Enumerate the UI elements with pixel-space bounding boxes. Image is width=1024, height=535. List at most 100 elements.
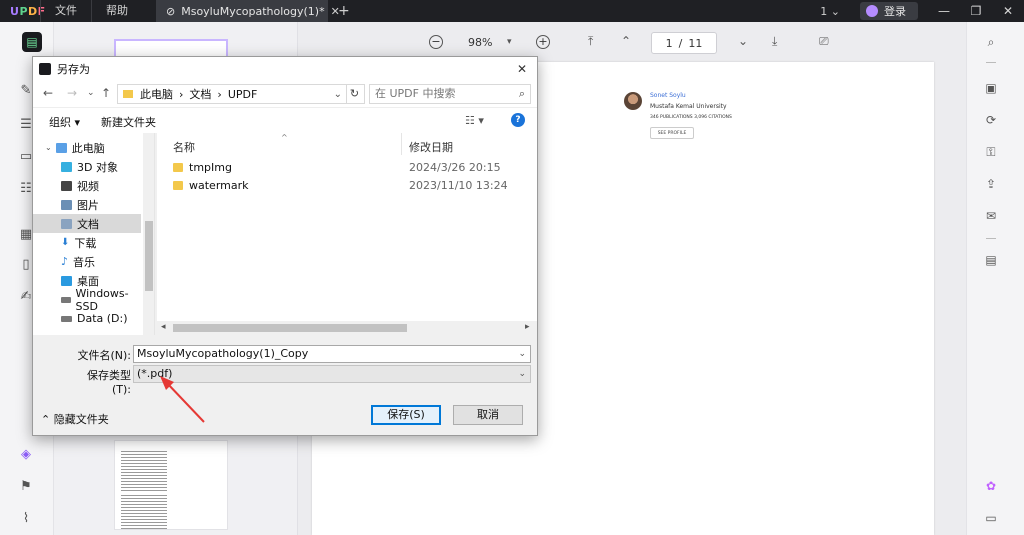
close-window-button[interactable]: ✕: [992, 4, 1024, 18]
tree-item-data-d[interactable]: Data (D:): [33, 309, 141, 328]
chevron-down-icon[interactable]: ⌄: [45, 143, 52, 152]
ai-assistant-icon[interactable]: ✿: [983, 478, 999, 494]
updf-app-icon: [39, 63, 51, 75]
tree-item-videos[interactable]: 视频: [33, 176, 141, 195]
filetype-select[interactable]: (*.pdf) ⌄: [133, 365, 531, 383]
restore-button[interactable]: ❐: [960, 4, 992, 18]
page-navigator[interactable]: 1 / 11: [651, 32, 717, 54]
zoom-value[interactable]: 98%: [468, 36, 492, 49]
tree-item-pictures[interactable]: 图片: [33, 195, 141, 214]
avatar: [866, 5, 878, 17]
next-page-icon[interactable]: ⌄: [738, 34, 748, 48]
author-name[interactable]: Sonet Soylu: [650, 92, 686, 99]
filename-input[interactable]: MsoyluMycopathology(1)_Copy ⌄: [133, 345, 531, 363]
see-profile-button[interactable]: SEE PROFILE: [650, 127, 694, 139]
breadcrumb-separator[interactable]: ›: [176, 88, 186, 101]
page-total: 11: [688, 36, 703, 50]
page-current[interactable]: 1: [666, 37, 673, 50]
drive-icon: [61, 296, 71, 303]
last-page-icon[interactable]: ⤓: [772, 34, 777, 49]
convert-icon[interactable]: ⟳: [983, 112, 999, 128]
forward-icon[interactable]: →: [67, 86, 77, 100]
tree-item-this-pc[interactable]: ⌄ 此电脑: [33, 138, 141, 157]
tree-label: 下载: [74, 236, 97, 250]
picture-icon: [61, 199, 72, 210]
scroll-left-icon[interactable]: ◂: [161, 322, 166, 332]
horizontal-scrollbar-thumb[interactable]: [173, 324, 407, 332]
address-bar[interactable]: 此电脑 › 文档 › UPDF ⌄: [117, 84, 347, 104]
tree-item-3d-objects[interactable]: 3D 对象: [33, 157, 141, 176]
tree-label: 视频: [77, 179, 99, 193]
computer-icon: [55, 142, 67, 153]
horizontal-scrollbar[interactable]: ◂ ▸: [157, 321, 537, 335]
reader-mode-icon[interactable]: ▤: [22, 32, 42, 52]
tree-item-windows-ssd[interactable]: Windows-SSD: [33, 287, 141, 313]
ocr-icon[interactable]: ▣: [983, 80, 999, 96]
folder-icon: [173, 181, 183, 190]
zoom-out-button[interactable]: −: [429, 35, 443, 49]
column-divider[interactable]: [401, 133, 402, 155]
minimize-button[interactable]: —: [928, 4, 960, 18]
tree-scrollbar[interactable]: [143, 133, 154, 335]
column-header-name[interactable]: 名称: [173, 139, 195, 155]
breadcrumb-documents[interactable]: 文档: [186, 86, 214, 102]
page-thumbnail-2[interactable]: [114, 440, 228, 530]
bookmark-icon[interactable]: ⚑: [16, 476, 36, 496]
login-button[interactable]: 登录: [860, 2, 918, 20]
zoom-dropdown-icon[interactable]: ▾: [507, 37, 512, 47]
navigation-pane: ⌄ 此电脑 3D 对象 视频 图片 文档 ⬇ 下载 ♪ 音乐 桌面 Window…: [33, 133, 155, 335]
menu-help[interactable]: 帮助: [91, 0, 142, 22]
search-icon[interactable]: ⌕: [983, 34, 999, 50]
video-icon: [61, 180, 72, 191]
new-tab-button[interactable]: +: [328, 3, 360, 19]
breadcrumb-separator[interactable]: ›: [214, 88, 224, 101]
author-university: Mustafa Kemal University: [650, 103, 727, 110]
scroll-right-icon[interactable]: ▸: [525, 322, 530, 332]
protect-file-icon[interactable]: ⚿: [983, 144, 999, 160]
chevron-down-icon[interactable]: ⌄: [518, 346, 526, 362]
save-button[interactable]: 保存(S): [371, 405, 441, 425]
file-row[interactable]: watermark 2023/11/10 13:24: [157, 177, 537, 195]
layers-icon[interactable]: ◈: [16, 444, 36, 464]
tree-scrollbar-thumb[interactable]: [145, 221, 153, 291]
tree-item-music[interactable]: ♪ 音乐: [33, 252, 141, 271]
prev-page-icon[interactable]: ⌃: [621, 34, 631, 48]
search-placeholder: 在 UPDF 中搜索: [375, 87, 456, 100]
view-options-icon[interactable]: ☷ ▾: [465, 114, 484, 127]
refresh-button[interactable]: ↻: [345, 84, 365, 104]
menu-file[interactable]: 文件: [40, 0, 91, 22]
up-folder-icon[interactable]: ↑: [101, 86, 111, 100]
column-header-modified[interactable]: 修改日期: [409, 139, 453, 155]
cancel-button[interactable]: 取消: [453, 405, 523, 425]
email-icon[interactable]: ✉: [983, 208, 999, 224]
tree-item-downloads[interactable]: ⬇ 下载: [33, 233, 141, 252]
chevron-down-icon[interactable]: ⌄: [518, 366, 526, 382]
first-page-icon[interactable]: ⤒: [588, 34, 593, 49]
chevron-up-icon: ⌃: [41, 413, 51, 426]
new-folder-button[interactable]: 新建文件夹: [101, 114, 156, 130]
document-icon: [61, 218, 72, 229]
organize-button[interactable]: 组织 ▾: [49, 114, 80, 130]
presentation-icon[interactable]: ⎚: [819, 34, 829, 49]
breadcrumb-this-pc[interactable]: 此电脑: [137, 86, 176, 102]
breadcrumb-updf[interactable]: UPDF: [225, 88, 260, 101]
window-count-dropdown[interactable]: 1 ⌄: [810, 5, 850, 18]
filename-label: 文件名(N):: [77, 349, 131, 362]
save-file-icon[interactable]: ▤: [983, 252, 999, 268]
help-icon[interactable]: ?: [511, 113, 525, 127]
back-icon[interactable]: ←: [43, 86, 53, 100]
document-tab-title: MsoyluMycopathology(1)*: [181, 4, 325, 18]
share-icon[interactable]: ⇪: [983, 176, 999, 192]
attachment-icon[interactable]: ⌇: [16, 508, 36, 528]
hide-folders-toggle[interactable]: ⌃ 隐藏文件夹: [41, 411, 109, 427]
zoom-in-button[interactable]: +: [536, 35, 550, 49]
save-fields: 文件名(N): MsoyluMycopathology(1)_Copy ⌄ 保存…: [33, 335, 537, 396]
sort-arrow-icon: ^: [281, 133, 288, 142]
chat-icon[interactable]: ▭: [983, 510, 999, 526]
file-row[interactable]: tmpImg 2024/3/26 20:15: [157, 159, 537, 177]
dialog-close-button[interactable]: ✕: [517, 62, 527, 76]
search-input[interactable]: 在 UPDF 中搜索 ⌕: [369, 84, 531, 104]
tree-item-documents[interactable]: 文档: [33, 214, 141, 233]
recent-locations-icon[interactable]: ⌄: [87, 88, 95, 98]
document-tab[interactable]: ⊘ MsoyluMycopathology(1)* ✕: [156, 0, 340, 22]
